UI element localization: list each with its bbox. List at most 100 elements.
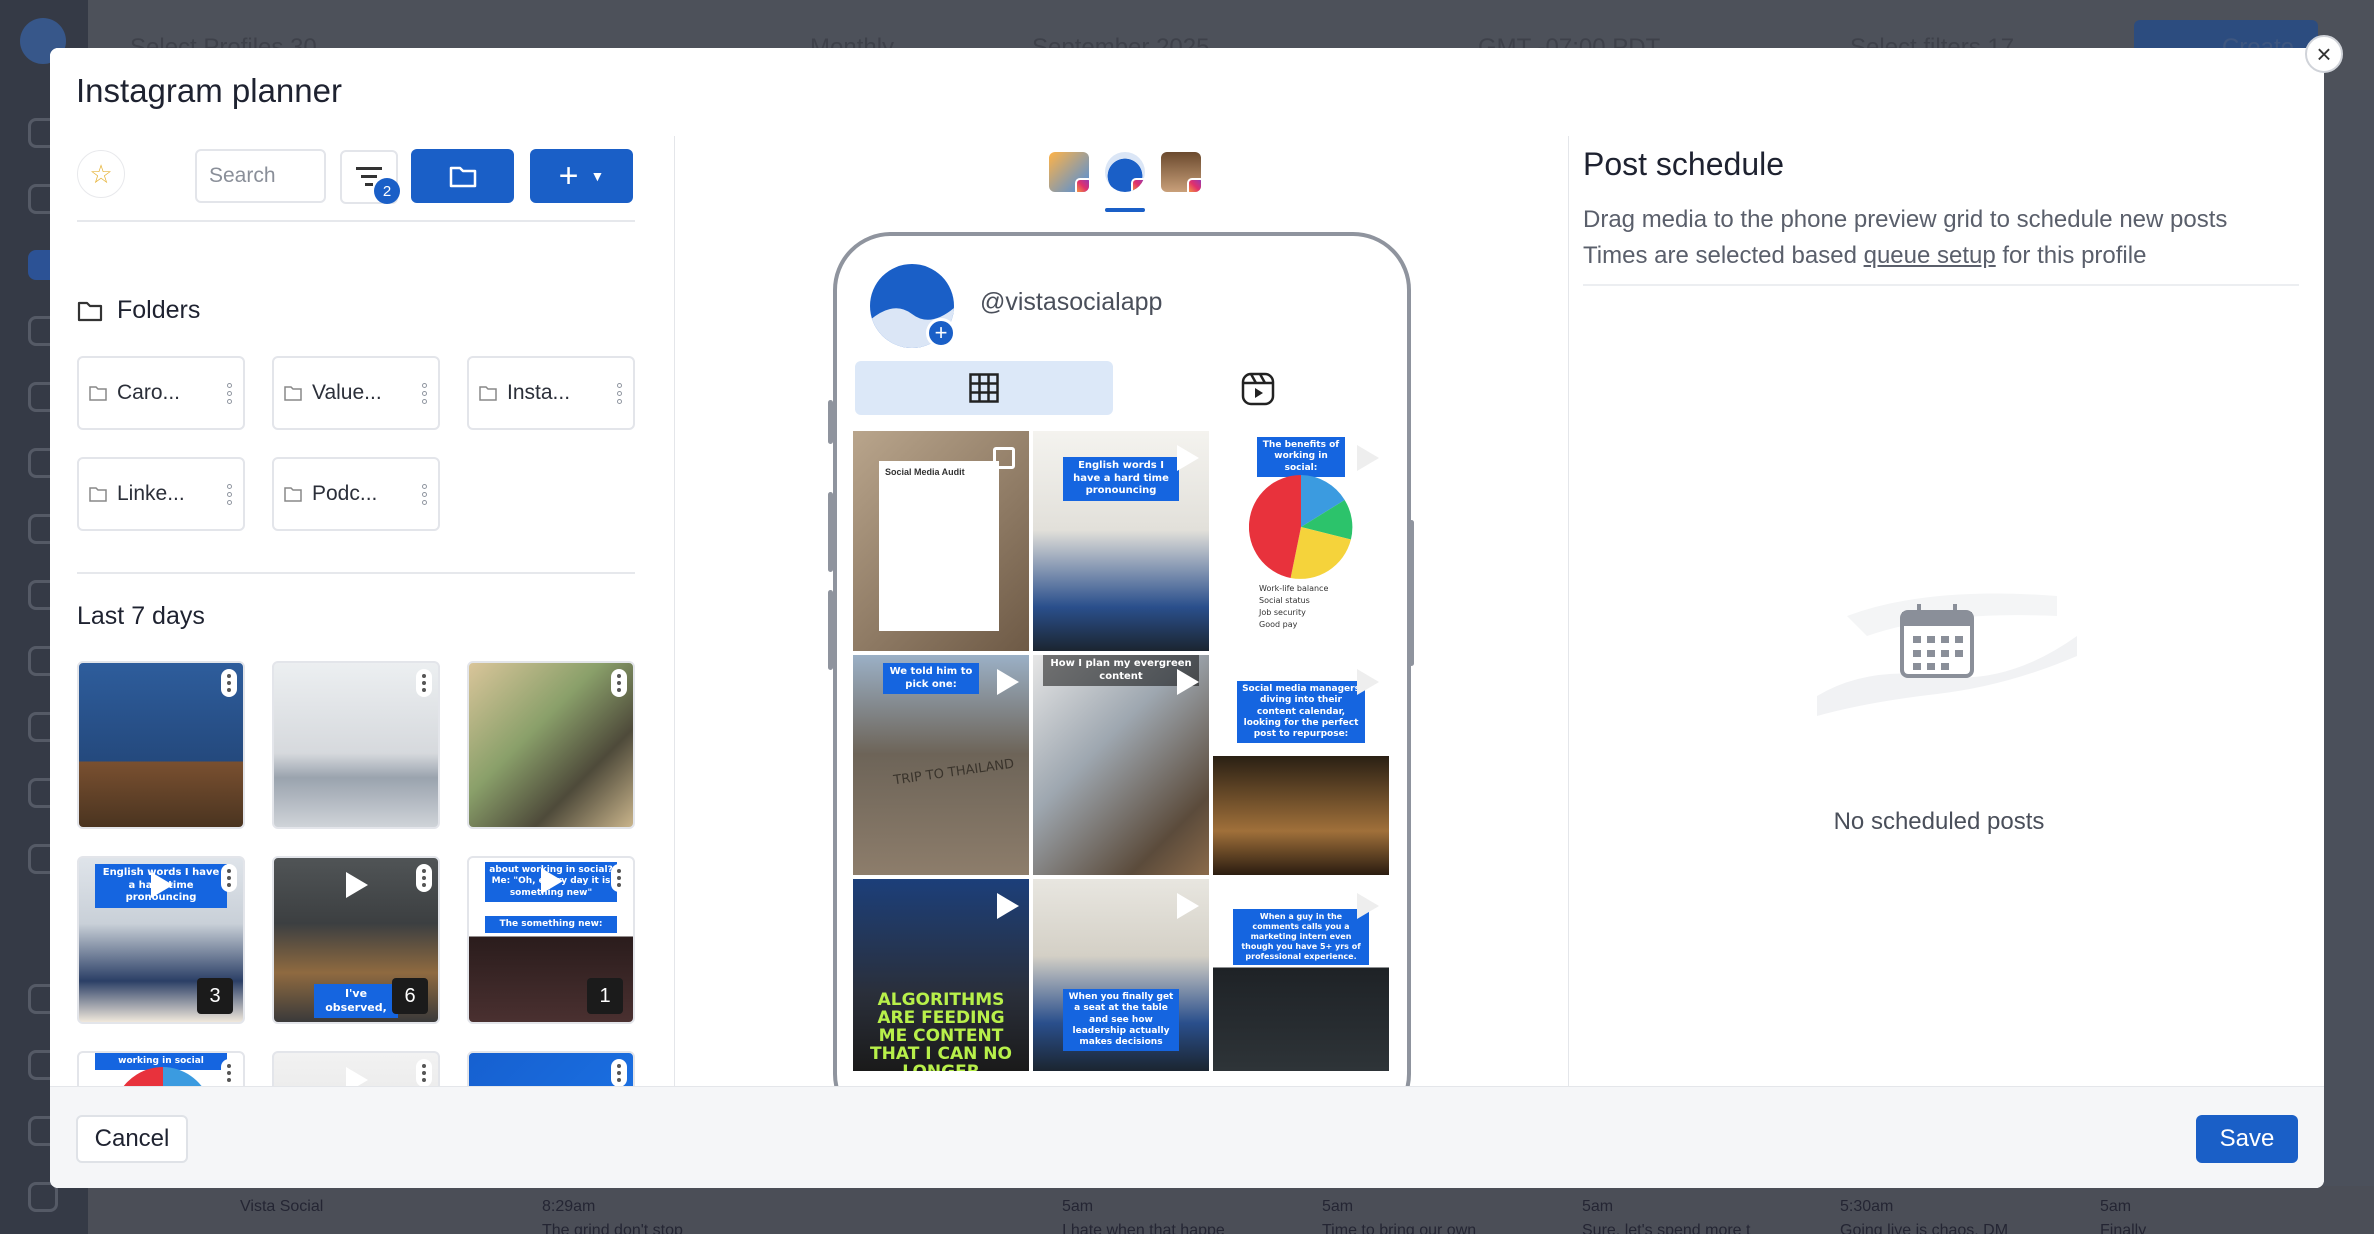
filter-button[interactable]: 2 [340,150,400,204]
plus-icon: + [558,156,579,195]
more-icon[interactable] [227,382,233,404]
save-button[interactable]: Save [2196,1115,2298,1163]
folder-icon [77,301,103,321]
grid-tile[interactable]: Social Media Audit [853,431,1029,651]
search-input[interactable] [195,149,326,203]
grid-tile[interactable]: When a guy in the comments calls you a m… [1213,879,1389,1071]
tile-sign-text: TRIP TO THAILAND [892,756,1016,789]
reels-icon[interactable] [1241,372,1275,406]
legend-item: Work-life balance [1259,584,1329,593]
more-icon[interactable] [221,864,237,892]
play-icon [1357,669,1379,695]
media-thumbnail[interactable] [467,1051,635,1086]
folder-card[interactable]: Insta... [467,356,635,430]
profile-handle: @vistasocialapp [980,288,1163,316]
play-icon [346,872,368,898]
profile-avatar[interactable] [1105,152,1145,192]
active-profile-indicator [1105,208,1145,212]
folder-card[interactable]: Podc... [272,457,440,531]
folder-card[interactable]: Caro... [77,356,245,430]
folder-icon [89,386,107,401]
play-icon [1177,893,1199,919]
grid-tile[interactable]: English words I have a hard time pronoun… [1033,431,1209,651]
profile-avatar[interactable] [1161,152,1201,192]
grid-tile[interactable]: Social media managers diving into their … [1213,655,1389,875]
play-icon [997,893,1019,919]
folder-name: Caro... [117,381,181,404]
post-schedule-title: Post schedule [1583,146,1785,182]
queue-setup-link[interactable]: queue setup [1864,242,1996,269]
modal-header: Instagram planner [50,48,2324,136]
more-icon[interactable] [221,669,237,697]
new-folder-button[interactable] [411,149,514,203]
filter-count-badge: 2 [374,178,400,204]
post-schedule-description: Drag media to the phone preview grid to … [1583,202,2227,274]
tab-grid[interactable] [855,361,1113,415]
media-thumbnail[interactable] [272,1051,440,1086]
star-icon[interactable]: ☆ [77,150,125,198]
folder-icon [284,386,302,401]
folder-name: Podc... [312,482,378,505]
cancel-button[interactable]: Cancel [76,1115,188,1163]
more-icon[interactable] [611,669,627,697]
folder-card[interactable]: Linke... [77,457,245,531]
chevron-down-icon: ▼ [590,168,605,184]
instagram-planner-modal: Instagram planner ☆ 2 +▼ [50,48,2324,1188]
tile-caption: Social media managers diving into their … [1237,681,1365,744]
more-icon[interactable] [422,382,428,404]
pie-chart-image [1249,475,1353,579]
play-icon [541,868,563,894]
legend-item: Job security [1259,608,1306,617]
media-thumbnail[interactable]: about working in social? Me: "Oh, every … [467,856,635,1024]
empty-calendar-illustration [1817,593,2077,716]
play-icon [346,1067,368,1086]
modal-footer: Cancel Save [50,1086,2324,1188]
legend-item: Good pay [1259,620,1298,629]
audit-document: Social Media Audit [879,461,999,631]
more-icon[interactable] [416,864,432,892]
media-thumbnail[interactable] [272,661,440,829]
media-thumbnail[interactable]: English words I have a hard time pronoun… [77,856,245,1024]
more-icon[interactable] [611,1059,627,1086]
recent-heading: Last 7 days [77,602,205,630]
divider [1583,284,2299,286]
folder-icon [89,487,107,502]
tile-caption: The benefits of working in social: [1257,437,1345,477]
media-count-badge: 6 [392,978,428,1014]
folder-name: Insta... [507,381,571,404]
close-icon[interactable]: × [2305,35,2343,73]
tile-caption: English words I have a hard time pronoun… [1063,457,1179,501]
more-icon[interactable] [422,483,428,505]
more-icon[interactable] [227,483,233,505]
grid-tile[interactable]: How I plan my evergreen content [1033,655,1209,875]
more-icon[interactable] [617,382,623,404]
description-text: Times are selected based [1583,242,1864,269]
phone-preview-panel: + @vistasocialapp Social Media Audit Eng… [675,136,1568,1086]
grid-tile[interactable]: When you finally get a seat at the table… [1033,879,1209,1071]
description-line: Times are selected based queue setup for… [1583,238,2227,274]
add-story-icon[interactable]: + [926,318,956,348]
media-thumbnail[interactable] [77,661,245,829]
more-icon[interactable] [416,669,432,697]
tile-caption: When you finally get a seat at the table… [1063,989,1179,1052]
play-icon [1177,669,1199,695]
media-thumbnail[interactable]: I've observed, 6 [272,856,440,1024]
folder-name: Value... [312,381,382,404]
more-icon[interactable] [611,864,627,892]
add-media-button[interactable]: + ▼ [530,149,633,203]
empty-state-text: No scheduled posts [1833,808,2045,835]
more-icon[interactable] [416,1059,432,1086]
grid-tile[interactable]: We told him to pick one: TRIP TO THAILAN… [853,655,1029,875]
folders-title: Folders [117,296,201,324]
grid-tile[interactable]: The benefits of working in social: Work-… [1213,431,1389,651]
description-text: for this profile [1995,242,2147,269]
folder-icon [479,386,497,401]
pie-chart-image [123,1067,202,1086]
media-thumbnail[interactable]: working in social [77,1051,245,1086]
profile-avatar[interactable] [1049,152,1089,192]
folder-card[interactable]: Value... [272,356,440,430]
grid-tile[interactable]: ALGORITHMS ARE FEEDING ME CONTENT THAT I… [853,879,1029,1071]
more-icon[interactable] [221,1059,237,1086]
media-thumbnail[interactable] [467,661,635,829]
post-schedule-panel: Post schedule Drag media to the phone pr… [1568,136,2324,1086]
